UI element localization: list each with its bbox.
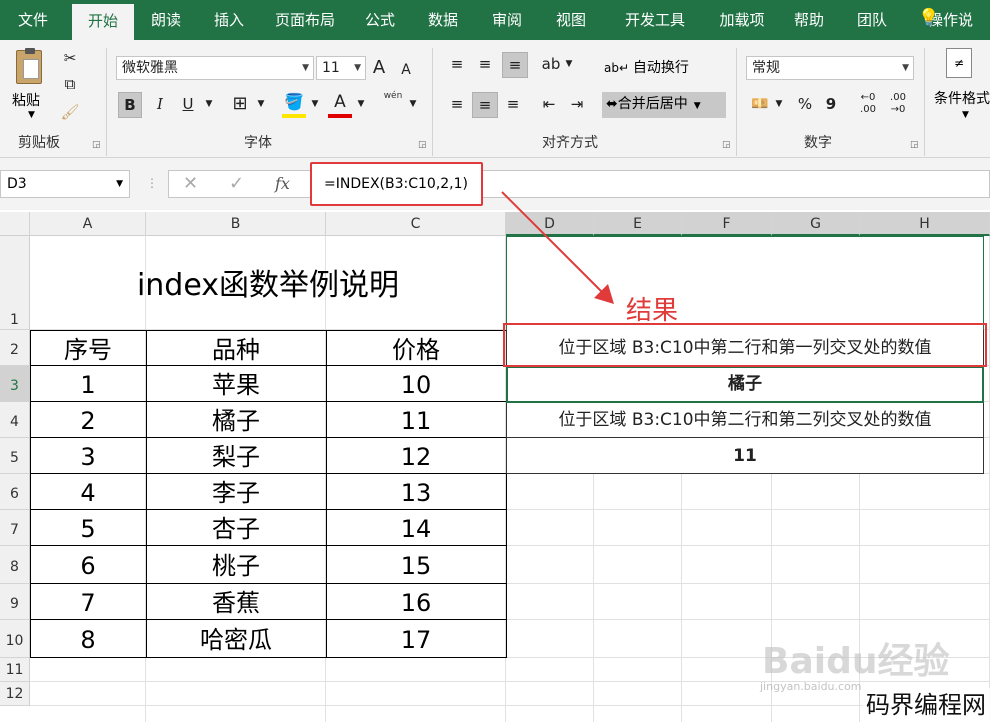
row-header-7[interactable]: 7 bbox=[0, 510, 30, 546]
table-cell[interactable]: 4 bbox=[30, 474, 146, 510]
table-cell[interactable]: 13 bbox=[326, 474, 506, 510]
table-cell[interactable]: 香蕉 bbox=[146, 584, 326, 620]
row-header-10[interactable]: 10 bbox=[0, 620, 30, 658]
desc-cell-2[interactable]: 位于区域 B3:C10中第二行和第二列交叉处的数值 bbox=[506, 402, 984, 438]
row-header-8[interactable]: 8 bbox=[0, 546, 30, 584]
row-header-6[interactable]: 6 bbox=[0, 474, 30, 510]
row-header-9[interactable]: 9 bbox=[0, 584, 30, 620]
table-cell[interactable]: 2 bbox=[30, 402, 146, 438]
table-cell[interactable]: 5 bbox=[30, 510, 146, 546]
table-cell[interactable]: 1 bbox=[30, 366, 146, 402]
highlight-box bbox=[503, 323, 987, 367]
table-cell[interactable]: 11 bbox=[326, 402, 506, 438]
sheet-title[interactable]: index函数举例说明 bbox=[30, 256, 506, 316]
table-cell[interactable]: 梨子 bbox=[146, 438, 326, 474]
corner-watermark: 码界编程网 bbox=[862, 688, 990, 722]
table-cell[interactable]: 桃子 bbox=[146, 546, 326, 584]
row-header-12[interactable]: 12 bbox=[0, 682, 30, 706]
table-cell[interactable]: 16 bbox=[326, 584, 506, 620]
table-cell[interactable]: 哈密瓜 bbox=[146, 620, 326, 658]
table-cell[interactable]: 8 bbox=[30, 620, 146, 658]
row-header-11[interactable]: 11 bbox=[0, 658, 30, 682]
result-cell-2[interactable]: 11 bbox=[506, 438, 984, 474]
table-header-cell[interactable]: 品种 bbox=[146, 330, 326, 366]
table-cell[interactable]: 14 bbox=[326, 510, 506, 546]
table-cell[interactable]: 苹果 bbox=[146, 366, 326, 402]
arrow-icon bbox=[501, 191, 614, 304]
table-header-cell[interactable]: 序号 bbox=[30, 330, 146, 366]
watermark-site: jingyan.baidu.com bbox=[760, 680, 862, 693]
row-header-3[interactable]: 3 bbox=[0, 366, 30, 402]
table-cell[interactable]: 李子 bbox=[146, 474, 326, 510]
active-cell-outline bbox=[506, 366, 984, 403]
table-cell[interactable]: 6 bbox=[30, 546, 146, 584]
table-cell[interactable]: 3 bbox=[30, 438, 146, 474]
table-header-cell[interactable]: 价格 bbox=[326, 330, 506, 366]
table-cell[interactable]: 橘子 bbox=[146, 402, 326, 438]
row-header-5[interactable]: 5 bbox=[0, 438, 30, 474]
row-header-2[interactable]: 2 bbox=[0, 330, 30, 366]
row-header-4[interactable]: 4 bbox=[0, 402, 30, 438]
table-cell[interactable]: 7 bbox=[30, 584, 146, 620]
gridline bbox=[30, 705, 990, 706]
table-cell[interactable]: 15 bbox=[326, 546, 506, 584]
table-cell[interactable]: 12 bbox=[326, 438, 506, 474]
table-cell[interactable]: 10 bbox=[326, 366, 506, 402]
table-cell[interactable]: 17 bbox=[326, 620, 506, 658]
table-cell[interactable]: 杏子 bbox=[146, 510, 326, 546]
result-label: 结果 bbox=[626, 296, 679, 326]
watermark-logo: Baidu经验 bbox=[762, 641, 950, 682]
row-header-1[interactable]: 1 bbox=[0, 236, 30, 330]
